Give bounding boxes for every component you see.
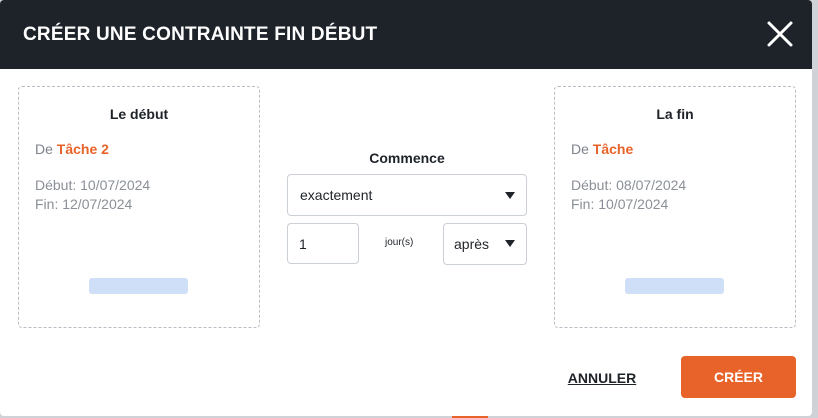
chevron-down-icon [505,240,515,247]
direction-select[interactable]: après [443,223,527,265]
start-task-placeholder-bar [89,278,188,294]
end-task-name: Tâche [592,141,634,157]
close-button[interactable] [764,18,796,50]
start-task-name: Tâche 2 [56,141,109,157]
start-task-prefix: De [35,141,53,157]
dialog-title: CRÉER UNE CONTRAINTE FIN DÉBUT [23,24,378,45]
close-icon [767,21,793,47]
end-task-placeholder-bar [625,278,724,294]
offset-input[interactable] [287,223,359,264]
constraint-title: Commence [369,150,445,166]
start-card-title: Le début [109,106,169,122]
end-task-card: La fin De Tâche Début: 08/07/2024 Fin: 1… [554,86,796,328]
end-task-start-date: Début: 08/07/2024 [571,177,687,193]
end-card-title: La fin [656,106,694,122]
start-task-line: De Tâche 2 [35,141,109,157]
start-task-start-date: Début: 10/07/2024 [35,177,151,193]
constraint-mode-value: exactement [300,187,373,203]
constraint-mode-select[interactable]: exactement [287,174,527,216]
end-task-line: De Tâche [571,141,633,157]
direction-value: après [454,236,490,252]
offset-unit-label: jour(s) [385,237,414,248]
start-task-card: Le début De Tâche 2 Début: 10/07/2024 Fi… [18,86,260,328]
dialog-header: CRÉER UNE CONTRAINTE FIN DÉBUT [0,0,812,69]
chevron-down-icon [505,192,515,199]
create-constraint-dialog: CRÉER UNE CONTRAINTE FIN DÉBUT Le début … [0,0,812,416]
end-task-end-date: Fin: 10/07/2024 [571,196,669,212]
start-task-end-date: Fin: 12/07/2024 [35,196,133,212]
cancel-button[interactable]: ANNULER [560,368,644,388]
end-task-prefix: De [571,141,589,157]
create-button[interactable]: CRÉER [681,356,796,398]
